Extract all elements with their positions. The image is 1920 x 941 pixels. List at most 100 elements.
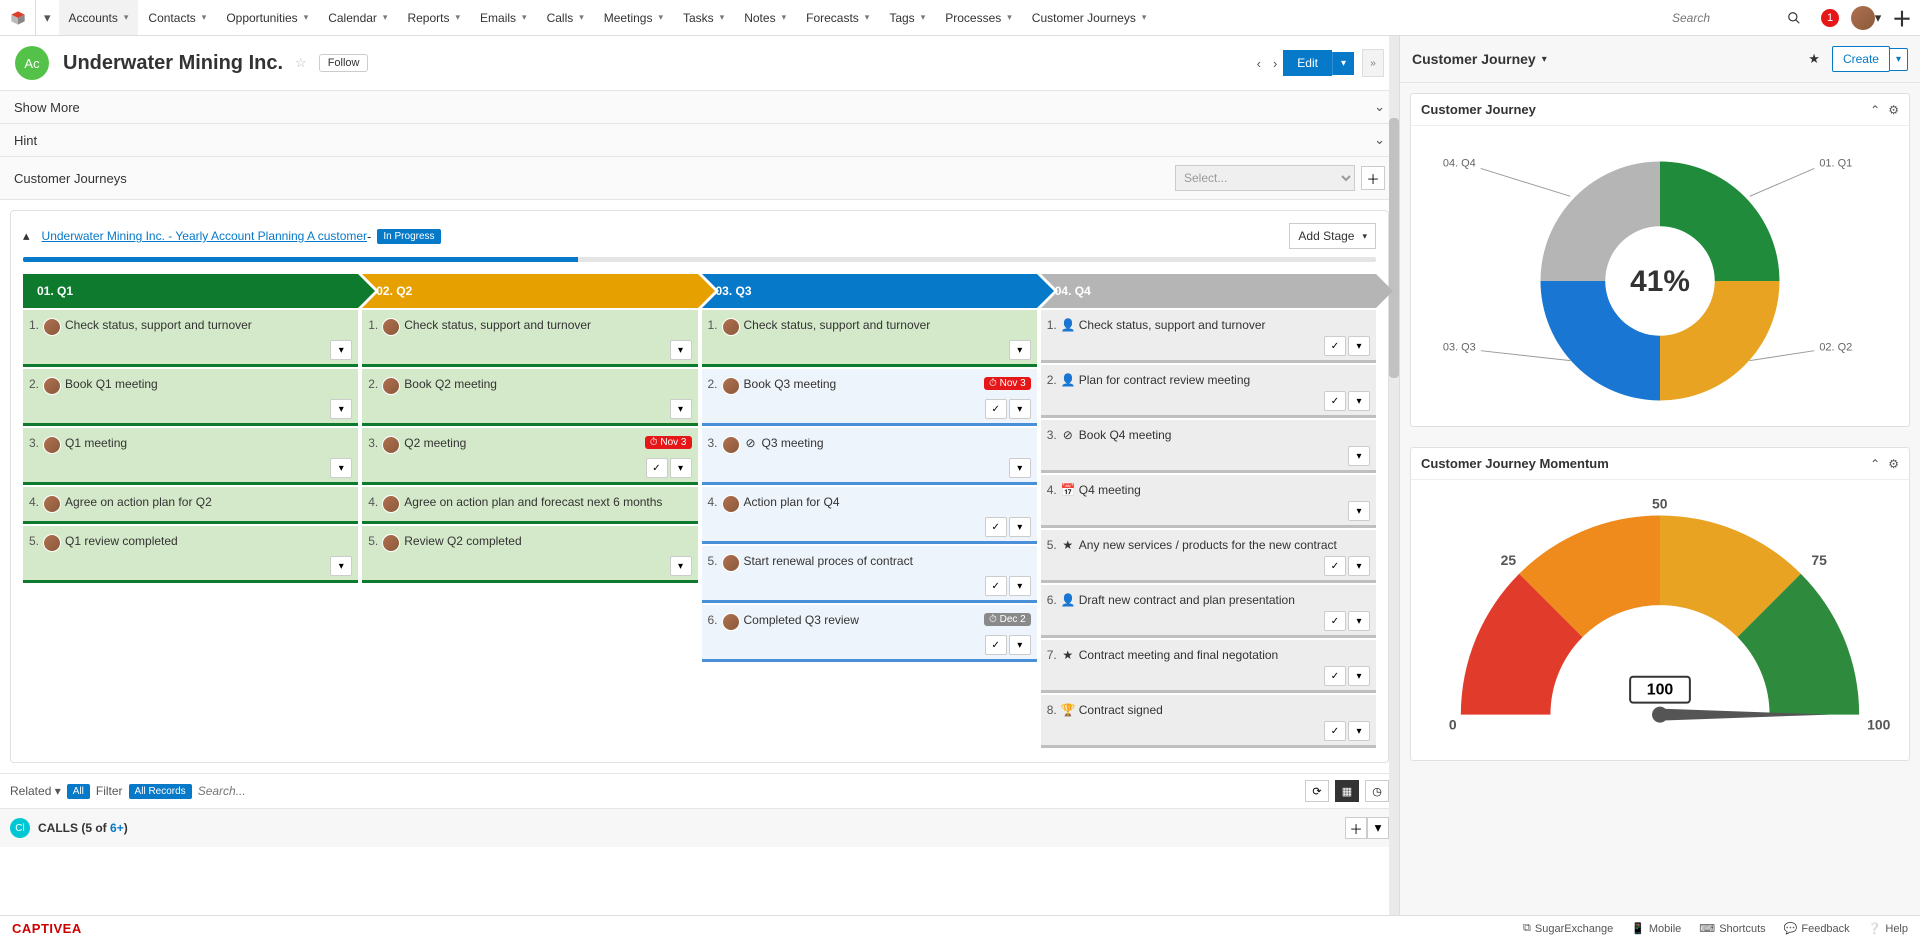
task-card[interactable]: 2.👤Plan for contract review meeting✓▾ <box>1041 365 1376 418</box>
sidebar-toggle[interactable]: » <box>1362 49 1384 77</box>
task-card[interactable]: 2.Book Q3 meeting⏱ Nov 3✓▾ <box>702 369 1037 426</box>
nav-item-tasks[interactable]: Tasks▾ <box>673 0 734 35</box>
filter-allrecords-pill[interactable]: All Records <box>129 784 192 799</box>
nav-item-contacts[interactable]: Contacts▾ <box>138 0 216 35</box>
footer-sugarexchange[interactable]: ⧉ SugarExchange <box>1523 922 1613 935</box>
task-card[interactable]: 2.Book Q1 meeting▾ <box>23 369 358 426</box>
task-menu[interactable]: ▾ <box>670 340 692 360</box>
complete-button[interactable]: ✓ <box>985 517 1007 537</box>
task-card[interactable]: 5.Q1 review completed▾ <box>23 526 358 583</box>
collapse-icon[interactable]: ⌃ <box>1870 457 1880 471</box>
complete-button[interactable]: ✓ <box>985 399 1007 419</box>
complete-button[interactable]: ✓ <box>1324 391 1346 411</box>
add-stage-button[interactable]: Add Stage▾ <box>1289 223 1376 249</box>
complete-button[interactable]: ✓ <box>1324 336 1346 356</box>
task-menu[interactable]: ▾ <box>1348 556 1370 576</box>
nav-item-accounts[interactable]: Accounts▾ <box>59 0 139 35</box>
footer-mobile[interactable]: 📱 Mobile <box>1631 922 1681 935</box>
nav-item-meetings[interactable]: Meetings▾ <box>594 0 673 35</box>
create-button[interactable]: Create <box>1832 46 1890 72</box>
task-menu[interactable]: ▾ <box>1009 635 1031 655</box>
nav-item-calls[interactable]: Calls▾ <box>537 0 594 35</box>
task-card[interactable]: 4.📅Q4 meeting▾ <box>1041 475 1376 528</box>
nav-item-processes[interactable]: Processes▾ <box>935 0 1022 35</box>
nav-item-emails[interactable]: Emails▾ <box>470 0 537 35</box>
filter-all-pill[interactable]: All <box>67 784 90 799</box>
prev-record[interactable]: ‹ <box>1251 56 1267 71</box>
nav-item-forecasts[interactable]: Forecasts▾ <box>796 0 879 35</box>
calls-dropdown[interactable]: ▾ <box>1367 817 1389 839</box>
side-favorite[interactable]: ★ <box>1808 51 1820 67</box>
task-card[interactable]: 6.Completed Q3 review⏱ Dec 2✓▾ <box>702 605 1037 662</box>
complete-button[interactable]: ✓ <box>1324 721 1346 741</box>
gear-icon[interactable]: ⚙ <box>1888 103 1899 117</box>
task-card[interactable]: 3.Q1 meeting▾ <box>23 428 358 485</box>
brand-logo[interactable] <box>0 0 36 36</box>
complete-button[interactable]: ✓ <box>1324 666 1346 686</box>
task-card[interactable]: 1.👤Check status, support and turnover✓▾ <box>1041 310 1376 363</box>
nav-item-reports[interactable]: Reports▾ <box>397 0 470 35</box>
hint-panel[interactable]: Hint ⌄ <box>0 124 1399 157</box>
task-card[interactable]: 6.👤Draft new contract and plan presentat… <box>1041 585 1376 638</box>
footer-help[interactable]: ❔ Help <box>1868 922 1908 935</box>
gear-icon[interactable]: ⚙ <box>1888 457 1899 471</box>
related-label[interactable]: Related ▾ <box>10 784 61 798</box>
notification-badge[interactable]: 1 <box>1812 0 1848 36</box>
task-card[interactable]: 4.Action plan for Q4✓▾ <box>702 487 1037 544</box>
task-menu[interactable]: ▾ <box>330 458 352 478</box>
nav-item-tags[interactable]: Tags▾ <box>879 0 935 35</box>
task-menu[interactable]: ▾ <box>1009 399 1031 419</box>
nav-item-calendar[interactable]: Calendar▾ <box>318 0 397 35</box>
stage-header[interactable]: 01. Q1 <box>23 274 358 308</box>
task-card[interactable]: 3.⊘Q3 meeting▾ <box>702 428 1037 485</box>
task-menu[interactable]: ▾ <box>1348 501 1370 521</box>
calls-add-button[interactable]: ＋ <box>1345 817 1367 839</box>
task-card[interactable]: 4.Agree on action plan and forecast next… <box>362 487 697 524</box>
edit-dropdown[interactable]: ▾ <box>1332 52 1354 75</box>
task-menu[interactable]: ▾ <box>1009 458 1031 478</box>
nav-item-customer-journeys[interactable]: Customer Journeys▾ <box>1022 0 1157 35</box>
task-menu[interactable]: ▾ <box>330 556 352 576</box>
task-card[interactable]: 3.Q2 meeting⏱ Nov 3✓▾ <box>362 428 697 485</box>
task-card[interactable]: 2.Book Q2 meeting▾ <box>362 369 697 426</box>
create-dropdown[interactable]: ▾ <box>1890 48 1908 71</box>
task-card[interactable]: 1.Check status, support and turnover▾ <box>362 310 697 367</box>
calls-subpanel[interactable]: Cl CALLS (5 of 6+) ＋ ▾ <box>0 809 1399 847</box>
scrollbar-thumb[interactable] <box>1389 118 1399 378</box>
show-more-panel[interactable]: Show More ⌄ <box>0 91 1399 124</box>
complete-button[interactable]: ✓ <box>646 458 668 478</box>
task-menu[interactable]: ▾ <box>1348 721 1370 741</box>
search-input[interactable] <box>1672 11 1772 25</box>
journey-select[interactable]: Select... <box>1175 165 1355 191</box>
stage-header[interactable]: 04. Q4 <box>1041 274 1376 308</box>
task-card[interactable]: 5.Start renewal proces of contract✓▾ <box>702 546 1037 603</box>
task-card[interactable]: 7.★Contract meeting and final negotation… <box>1041 640 1376 693</box>
task-menu[interactable]: ▾ <box>1348 446 1370 466</box>
footer-feedback[interactable]: 💬 Feedback <box>1784 922 1850 935</box>
nav-item-notes[interactable]: Notes▾ <box>734 0 796 35</box>
task-menu[interactable]: ▾ <box>1348 391 1370 411</box>
task-menu[interactable]: ▾ <box>1009 576 1031 596</box>
quick-create-button[interactable]: ＋ <box>1884 0 1920 36</box>
complete-button[interactable]: ✓ <box>985 635 1007 655</box>
side-title-dropdown[interactable]: ▾ <box>1542 54 1547 65</box>
task-card[interactable]: 1.Check status, support and turnover▾ <box>702 310 1037 367</box>
add-journey-button[interactable]: ＋ <box>1361 166 1385 190</box>
task-menu[interactable]: ▾ <box>1009 517 1031 537</box>
grid-view-button[interactable]: ▦ <box>1335 780 1359 802</box>
collapse-icon[interactable]: ⌃ <box>1870 103 1880 117</box>
follow-button[interactable]: Follow <box>319 54 369 72</box>
related-search-input[interactable] <box>198 784 1299 798</box>
favorite-star[interactable]: ☆ <box>295 55 307 71</box>
journey-link[interactable]: Underwater Mining Inc. - Yearly Account … <box>42 229 368 243</box>
edit-button[interactable]: Edit <box>1283 50 1332 76</box>
task-menu[interactable]: ▾ <box>670 556 692 576</box>
task-menu[interactable]: ▾ <box>330 340 352 360</box>
task-card[interactable]: 5.★Any new services / products for the n… <box>1041 530 1376 583</box>
task-menu[interactable]: ▾ <box>1348 666 1370 686</box>
task-card[interactable]: 3.⊘Book Q4 meeting▾ <box>1041 420 1376 473</box>
complete-button[interactable]: ✓ <box>1324 556 1346 576</box>
task-menu[interactable]: ▾ <box>1348 611 1370 631</box>
refresh-button[interactable]: ⟳ <box>1305 780 1329 802</box>
task-menu[interactable]: ▾ <box>670 458 692 478</box>
